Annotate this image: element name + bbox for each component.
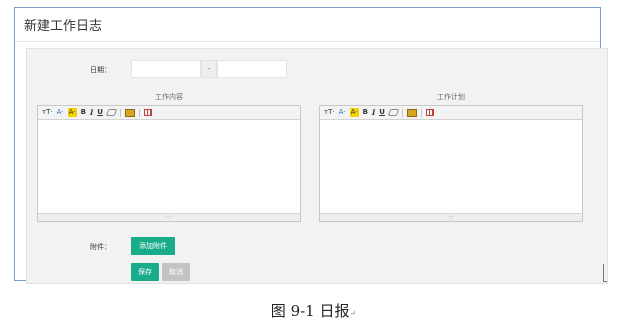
editor-toolbar: тT· A· A· B I U bbox=[38, 106, 300, 120]
dialog-frame: 新建工作日志 日期： - 工作内容 工作计划 тT· A· A· B I U ·… bbox=[14, 7, 608, 284]
figure-caption: 图 9-1 日报↵ bbox=[0, 300, 627, 321]
cancel-button[interactable]: 取消 bbox=[162, 263, 190, 281]
font-color-icon[interactable]: A· bbox=[57, 108, 64, 117]
add-attachment-button[interactable]: 添加附件 bbox=[131, 237, 175, 255]
save-button[interactable]: 保存 bbox=[131, 263, 159, 281]
font-size-icon[interactable]: тT· bbox=[324, 108, 335, 117]
date-label: 日期： bbox=[90, 66, 111, 74]
background-color-icon[interactable]: A· bbox=[349, 108, 359, 117]
italic-icon[interactable]: I bbox=[90, 108, 93, 117]
work-plan-title: 工作计划 bbox=[437, 93, 465, 101]
toolbar-divider bbox=[119, 108, 121, 117]
date-separator: - bbox=[201, 60, 217, 78]
editor-toolbar: тT· A· A· B I U bbox=[320, 106, 582, 120]
bold-icon[interactable]: B bbox=[81, 108, 86, 117]
text-cursor-mark bbox=[603, 264, 607, 282]
font-size-icon[interactable]: тT· bbox=[42, 108, 53, 117]
form-panel: 日期： - 工作内容 工作计划 тT· A· A· B I U ·:· тT· … bbox=[26, 48, 608, 284]
eraser-icon[interactable] bbox=[387, 109, 400, 116]
work-content-title: 工作内容 bbox=[155, 93, 183, 101]
toolbar-divider bbox=[138, 108, 140, 117]
italic-icon[interactable]: I bbox=[372, 108, 375, 117]
dialog-title: 新建工作日志 bbox=[24, 19, 103, 34]
table-icon[interactable] bbox=[425, 109, 434, 116]
resize-handle[interactable]: ·:· bbox=[320, 213, 582, 221]
work-plan-editor: тT· A· A· B I U ·:· bbox=[319, 105, 583, 222]
work-content-textarea[interactable] bbox=[38, 120, 300, 214]
background-color-icon[interactable]: A· bbox=[67, 108, 77, 117]
caption-text: 图 9-1 日报 bbox=[270, 302, 350, 320]
eraser-icon[interactable] bbox=[105, 109, 118, 116]
work-content-editor: тT· A· A· B I U ·:· bbox=[37, 105, 301, 222]
image-icon[interactable] bbox=[124, 108, 135, 117]
title-divider bbox=[15, 41, 600, 42]
paragraph-mark: ↵ bbox=[349, 309, 357, 318]
image-icon[interactable] bbox=[406, 108, 417, 117]
toolbar-divider bbox=[401, 108, 403, 117]
underline-icon[interactable]: U bbox=[379, 108, 385, 117]
work-plan-textarea[interactable] bbox=[320, 120, 582, 214]
toolbar-divider bbox=[420, 108, 422, 117]
date-end-input[interactable] bbox=[217, 60, 287, 78]
date-start-input[interactable] bbox=[131, 60, 201, 78]
attachment-label: 附件： bbox=[90, 243, 111, 251]
table-icon[interactable] bbox=[143, 109, 152, 116]
font-color-icon[interactable]: A· bbox=[339, 108, 346, 117]
underline-icon[interactable]: U bbox=[97, 108, 103, 117]
bold-icon[interactable]: B bbox=[363, 108, 368, 117]
resize-handle[interactable]: ·:· bbox=[38, 213, 300, 221]
